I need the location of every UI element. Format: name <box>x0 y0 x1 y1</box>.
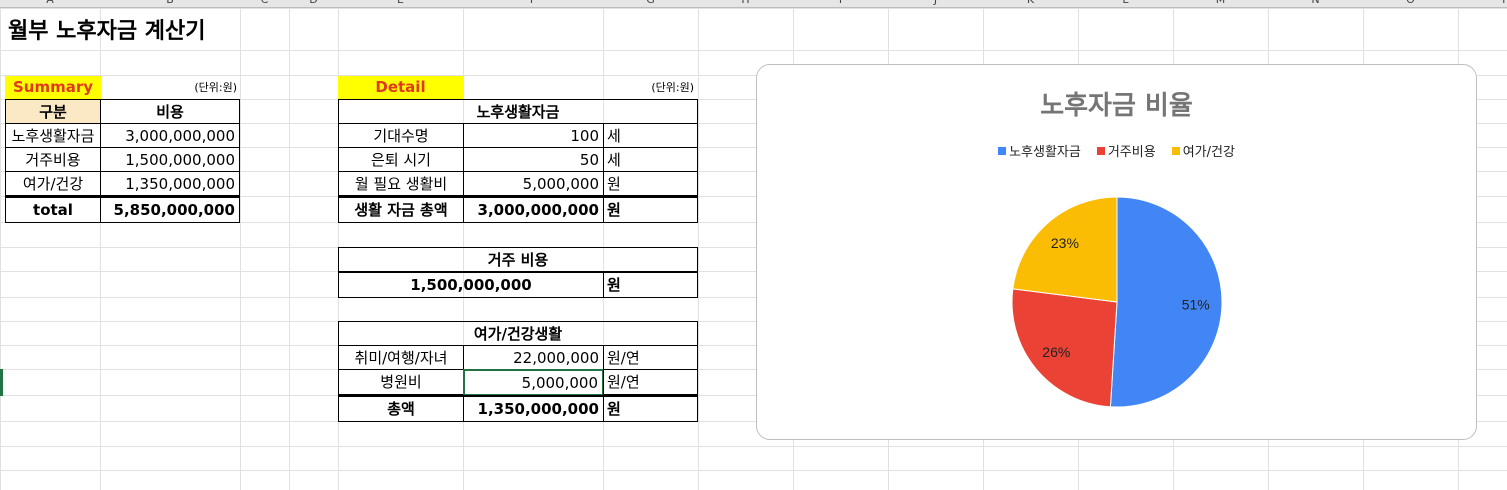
column-header[interactable]: I <box>793 0 888 8</box>
column-header[interactable]: P <box>1458 0 1507 8</box>
column-header[interactable]: G <box>603 0 698 8</box>
leisure-total-label[interactable]: 총액 <box>338 395 464 422</box>
leisure-total-unit[interactable]: 원 <box>603 395 698 422</box>
column-header[interactable]: K <box>983 0 1078 8</box>
detail-unit-note[interactable]: (단위:원) <box>463 76 697 99</box>
living-row-label[interactable]: 은퇴 시기 <box>338 147 464 172</box>
pie-data-label: 51% <box>1182 296 1210 312</box>
living-row-unit[interactable]: 원 <box>603 171 698 196</box>
sheet-title[interactable]: 월부 노후자금 계산기 <box>8 14 243 50</box>
pie-chart[interactable]: 노후자금 비율 노후생활자금 거주비용 여가/건강 51% 26% 23% <box>756 64 1477 440</box>
leisure-row-value[interactable]: 22,000,000 <box>463 345 604 370</box>
housing-unit[interactable]: 원 <box>603 271 698 298</box>
living-row-value[interactable]: 5,000,000 <box>463 171 604 196</box>
summary-row-value[interactable]: 3,000,000,000 <box>100 123 240 148</box>
housing-title[interactable]: 거주 비용 <box>338 247 698 272</box>
column-header[interactable]: L <box>1078 0 1173 8</box>
leisure-row-unit[interactable]: 원/연 <box>603 345 698 370</box>
column-header[interactable]: J <box>888 0 983 8</box>
pie-data-label: 26% <box>1042 344 1070 360</box>
column-header[interactable]: A <box>0 0 100 8</box>
column-header[interactable]: O <box>1363 0 1458 8</box>
summary-row-label[interactable]: 거주비용 <box>5 147 101 172</box>
pie-plot-area: 51% 26% 23% <box>1011 196 1223 408</box>
column-header[interactable]: N <box>1268 0 1363 8</box>
summary-unit-note[interactable]: (단위:원) <box>101 76 240 99</box>
column-header[interactable]: F <box>463 0 603 8</box>
summary-row-value[interactable]: 1,500,000,000 <box>100 147 240 172</box>
living-fund-title[interactable]: 노후생활자금 <box>338 99 698 124</box>
summary-row-label[interactable]: 여가/건강 <box>5 171 101 196</box>
summary-row-value[interactable]: 1,350,000,000 <box>100 171 240 196</box>
column-header[interactable]: E <box>338 0 463 8</box>
housing-value[interactable]: 1,500,000,000 <box>338 271 604 298</box>
column-header[interactable]: D <box>289 0 338 8</box>
selected-cell[interactable]: 5,000,000 <box>463 369 604 396</box>
column-header[interactable]: B <box>100 0 240 8</box>
living-row-label[interactable]: 월 필요 생활비 <box>338 171 464 196</box>
living-total-label[interactable]: 생활 자금 총액 <box>338 196 464 223</box>
summary-row-label[interactable]: 노후생활자금 <box>5 123 101 148</box>
leisure-row-label[interactable]: 병원비 <box>338 369 464 395</box>
living-row-value[interactable]: 100 <box>463 123 604 148</box>
summary-header[interactable]: Summary <box>5 76 101 99</box>
summary-total-label[interactable]: total <box>5 196 101 223</box>
leisure-title[interactable]: 여가/건강생활 <box>338 321 698 346</box>
leisure-row-unit[interactable]: 원/연 <box>603 369 698 395</box>
active-row-indicator <box>0 369 3 396</box>
column-header[interactable]: H <box>698 0 793 8</box>
summary-col-cost[interactable]: 비용 <box>100 99 240 124</box>
detail-header[interactable]: Detail <box>338 76 463 99</box>
living-row-label[interactable]: 기대수명 <box>338 123 464 148</box>
living-total-unit[interactable]: 원 <box>603 196 698 223</box>
living-total-value[interactable]: 3,000,000,000 <box>463 196 604 223</box>
living-row-unit[interactable]: 세 <box>603 123 698 148</box>
leisure-total-value[interactable]: 1,350,000,000 <box>463 395 604 422</box>
living-row-unit[interactable]: 세 <box>603 147 698 172</box>
pie-data-label: 23% <box>1051 235 1079 251</box>
column-header[interactable]: C <box>240 0 289 8</box>
leisure-row-label[interactable]: 취미/여행/자녀 <box>338 345 464 370</box>
living-row-value[interactable]: 50 <box>463 147 604 172</box>
summary-col-category[interactable]: 구분 <box>5 99 101 124</box>
summary-total-value[interactable]: 5,850,000,000 <box>100 196 240 223</box>
column-header[interactable]: M <box>1173 0 1268 8</box>
